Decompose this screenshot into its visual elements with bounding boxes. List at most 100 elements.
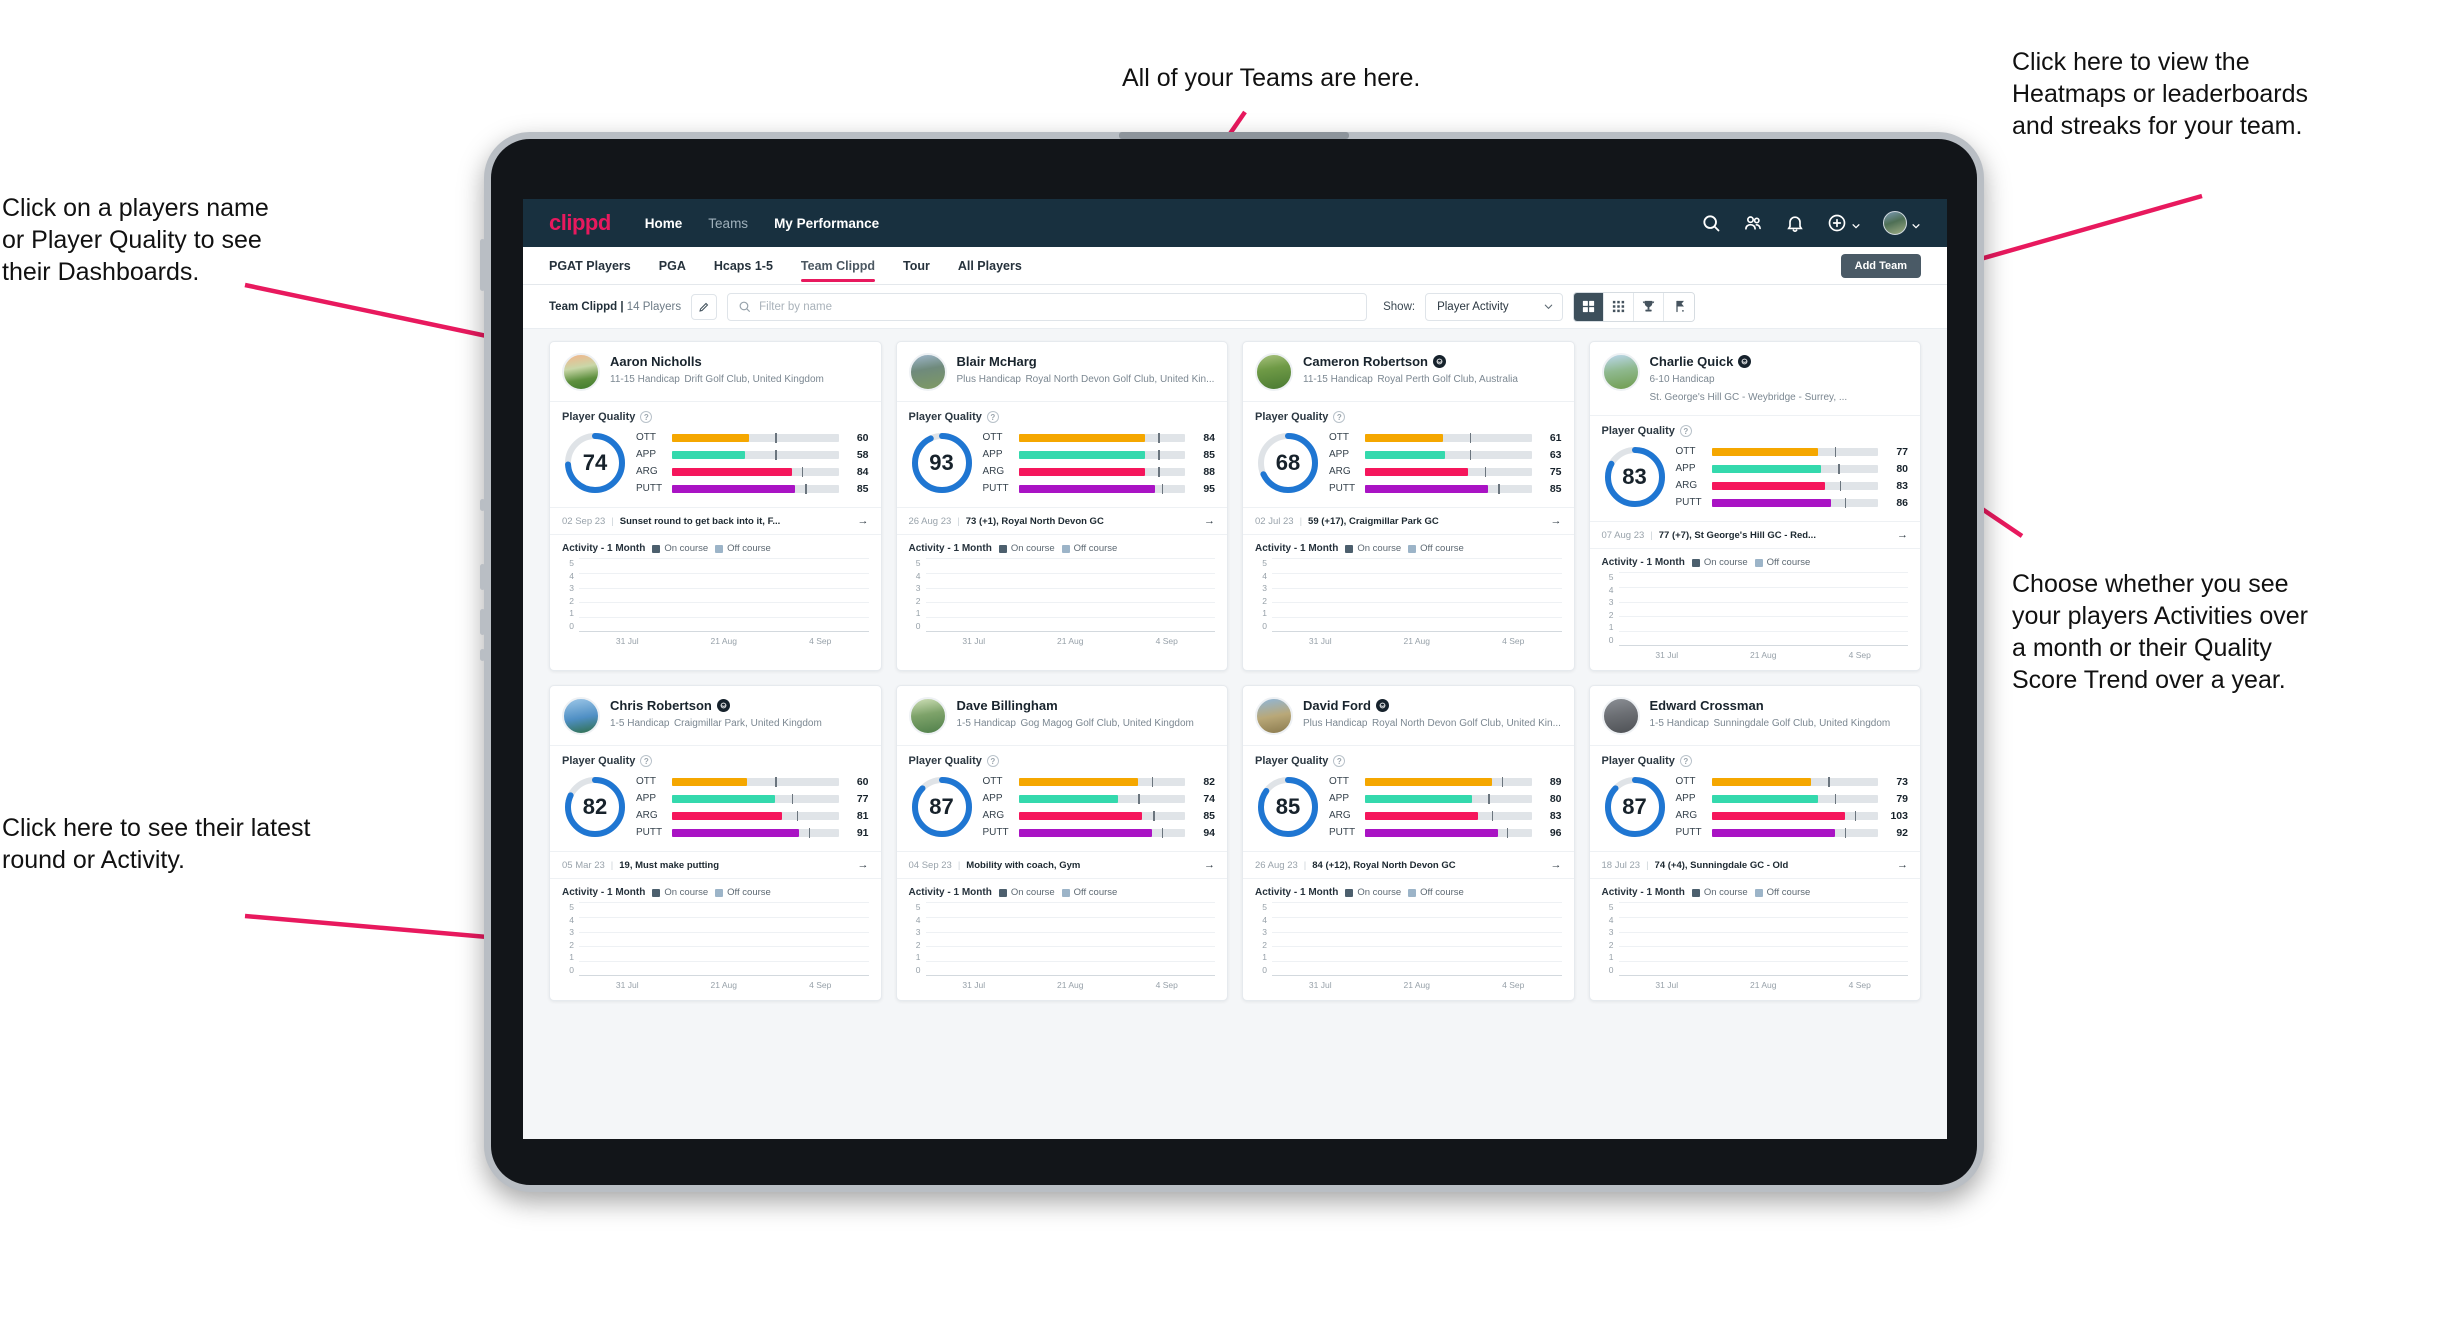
volume-down-button[interactable]: [480, 609, 485, 635]
help-icon[interactable]: ?: [640, 411, 653, 423]
quality-score-value: 87: [929, 794, 954, 819]
latest-round-row[interactable]: 07 Aug 23 | 77 (+7), St George's Hill GC…: [1589, 521, 1920, 549]
search-icon[interactable]: [1701, 213, 1721, 233]
search-input[interactable]: [759, 300, 1357, 313]
player-card[interactable]: David Ford Plus Handicap Royal North Dev…: [1242, 685, 1575, 1001]
round-description: 73 (+1), Royal North Devon GC: [965, 515, 1104, 527]
x-tick: 21 Aug: [1057, 980, 1084, 990]
legend-swatch-on: [998, 888, 1007, 897]
quality-score-ring[interactable]: 82: [562, 774, 628, 840]
legend-swatch-off: [1408, 888, 1417, 897]
golf-flag-button[interactable]: [1664, 292, 1695, 321]
player-card[interactable]: Dave Billingham 1-5 Handicap Gog Magog G…: [895, 685, 1228, 1001]
x-tick: 31 Jul: [615, 980, 639, 990]
tab-tour[interactable]: Tour: [903, 247, 930, 285]
nav-link-home[interactable]: Home: [645, 216, 683, 231]
add-menu-button[interactable]: [1827, 213, 1861, 233]
search-field-wrapper[interactable]: [727, 292, 1368, 321]
people-icon[interactable]: [1743, 213, 1763, 233]
help-icon[interactable]: ?: [1333, 411, 1346, 423]
player-card[interactable]: Aaron Nicholls 11-15 Handicap Drift Golf…: [549, 341, 882, 671]
help-icon[interactable]: ?: [1679, 425, 1692, 437]
latest-round-row[interactable]: 18 Jul 23 | 74 (+4), Sunningdale GC - Ol…: [1589, 851, 1920, 879]
y-tick: 5: [569, 558, 574, 568]
tab-pgat-players[interactable]: PGAT Players: [549, 247, 631, 285]
help-icon[interactable]: ?: [640, 755, 653, 767]
latest-round-row[interactable]: 26 Aug 23 | 84 (+12), Royal North Devon …: [1243, 851, 1574, 879]
metric-row: OTT 84: [983, 429, 1216, 446]
leaderboard-trophy-button[interactable]: [1634, 292, 1665, 321]
help-icon[interactable]: ?: [1333, 755, 1346, 767]
legend-swatch-off: [715, 544, 724, 553]
quality-score-ring[interactable]: 87: [909, 774, 975, 840]
y-tick: 2: [1608, 939, 1614, 950]
quality-score-ring[interactable]: 85: [1255, 774, 1321, 840]
y-tick: 1: [569, 952, 574, 963]
metric-value-putt: 95: [1203, 482, 1215, 495]
power-button[interactable]: [480, 239, 485, 291]
tab-hcaps-1-5[interactable]: Hcaps 1-5: [714, 247, 773, 285]
latest-round-row[interactable]: 02 Jul 23 | 59 (+17), Craigmillar Park G…: [1243, 507, 1574, 535]
player-name[interactable]: Edward Crossman: [1650, 698, 1891, 713]
help-icon[interactable]: ?: [986, 755, 999, 767]
edit-team-button[interactable]: [691, 293, 718, 320]
latest-round-row[interactable]: 02 Sep 23 | Sunset round to get back int…: [550, 507, 881, 535]
dense-grid-view-button[interactable]: [1604, 292, 1635, 321]
latest-round-row[interactable]: 04 Sep 23 | Mobility with coach, Gym →: [896, 851, 1227, 879]
player-card[interactable]: Blair McHarg Plus Handicap Royal North D…: [895, 341, 1228, 671]
player-card-header[interactable]: Charlie Quick 6-10 Handicap St. George's…: [1590, 342, 1921, 415]
y-tick: 0: [915, 620, 921, 631]
player-card[interactable]: Cameron Robertson 11-15 Handicap Royal P…: [1242, 341, 1575, 671]
x-tick: 21 Aug: [1057, 636, 1084, 646]
help-icon[interactable]: ?: [986, 411, 999, 423]
metric-bar-arg: [1711, 810, 1878, 821]
clippd-logo[interactable]: clippd: [549, 210, 611, 236]
quality-score-ring[interactable]: 83: [1602, 444, 1668, 510]
volume-up-button[interactable]: [480, 564, 485, 590]
player-card-header[interactable]: Dave Billingham 1-5 Handicap Gog Magog G…: [897, 686, 1228, 745]
player-name[interactable]: Cameron Robertson: [1303, 354, 1518, 369]
tab-pga[interactable]: PGA: [659, 247, 686, 285]
y-tick: 0: [569, 964, 574, 975]
quality-score-ring[interactable]: 93: [909, 430, 975, 496]
grid-view-button[interactable]: [1574, 292, 1605, 321]
player-handicap: Plus Handicap: [1303, 718, 1368, 729]
player-handicap: 11-15 Handicap: [1303, 374, 1373, 385]
player-card-header[interactable]: Blair McHarg Plus Handicap Royal North D…: [897, 342, 1228, 401]
player-name[interactable]: Chris Robertson: [610, 698, 822, 713]
bell-icon[interactable]: [1785, 213, 1805, 233]
show-select[interactable]: Player Activity: [1425, 292, 1564, 321]
activity-title: Activity - 1 Month: [908, 543, 992, 554]
tab-all-players[interactable]: All Players: [958, 247, 1022, 285]
player-card-header[interactable]: Aaron Nicholls 11-15 Handicap Drift Golf…: [550, 342, 881, 401]
player-card-header[interactable]: Chris Robertson 1-5 Handicap Craigmillar…: [550, 686, 881, 745]
help-icon[interactable]: ?: [1679, 755, 1692, 767]
nav-link-teams[interactable]: Teams: [708, 216, 748, 231]
player-card[interactable]: Edward Crossman 1-5 Handicap Sunningdale…: [1588, 685, 1921, 1001]
quality-score-ring[interactable]: 74: [562, 430, 628, 496]
player-card[interactable]: Chris Robertson 1-5 Handicap Craigmillar…: [549, 685, 882, 1001]
metric-bar-ott: [1018, 776, 1185, 787]
player-card[interactable]: Charlie Quick 6-10 Handicap St. George's…: [1588, 341, 1921, 671]
player-card-header[interactable]: Cameron Robertson 11-15 Handicap Royal P…: [1243, 342, 1574, 401]
nav-link-my-performance[interactable]: My Performance: [774, 216, 879, 231]
player-name[interactable]: Charlie Quick: [1650, 354, 1909, 369]
player-card-header[interactable]: David Ford Plus Handicap Royal North Dev…: [1243, 686, 1574, 745]
player-name[interactable]: Blair McHarg: [957, 354, 1215, 369]
add-team-button[interactable]: Add Team: [1840, 253, 1921, 278]
activity-title: Activity - 1 Month: [1601, 887, 1685, 898]
account-menu-button[interactable]: [1883, 211, 1921, 235]
player-name[interactable]: Dave Billingham: [957, 698, 1194, 713]
quality-score-ring[interactable]: 87: [1602, 774, 1668, 840]
metric-label-arg: ARG: [636, 810, 658, 821]
player-card-header[interactable]: Edward Crossman 1-5 Handicap Sunningdale…: [1590, 686, 1921, 745]
legend-off-course: Off course: [1061, 887, 1117, 898]
quality-score-ring[interactable]: 68: [1255, 430, 1321, 496]
latest-round-row[interactable]: 26 Aug 23 | 73 (+1), Royal North Devon G…: [896, 507, 1227, 535]
player-name[interactable]: Aaron Nicholls: [610, 354, 824, 369]
round-date: 26 Aug 23: [1255, 859, 1298, 871]
metric-label-app: APP: [1675, 793, 1696, 804]
player-name[interactable]: David Ford: [1303, 698, 1561, 713]
tab-team-clippd[interactable]: Team Clippd: [800, 247, 876, 285]
latest-round-row[interactable]: 05 Mar 23 | 19, Must make putting →: [550, 851, 881, 879]
